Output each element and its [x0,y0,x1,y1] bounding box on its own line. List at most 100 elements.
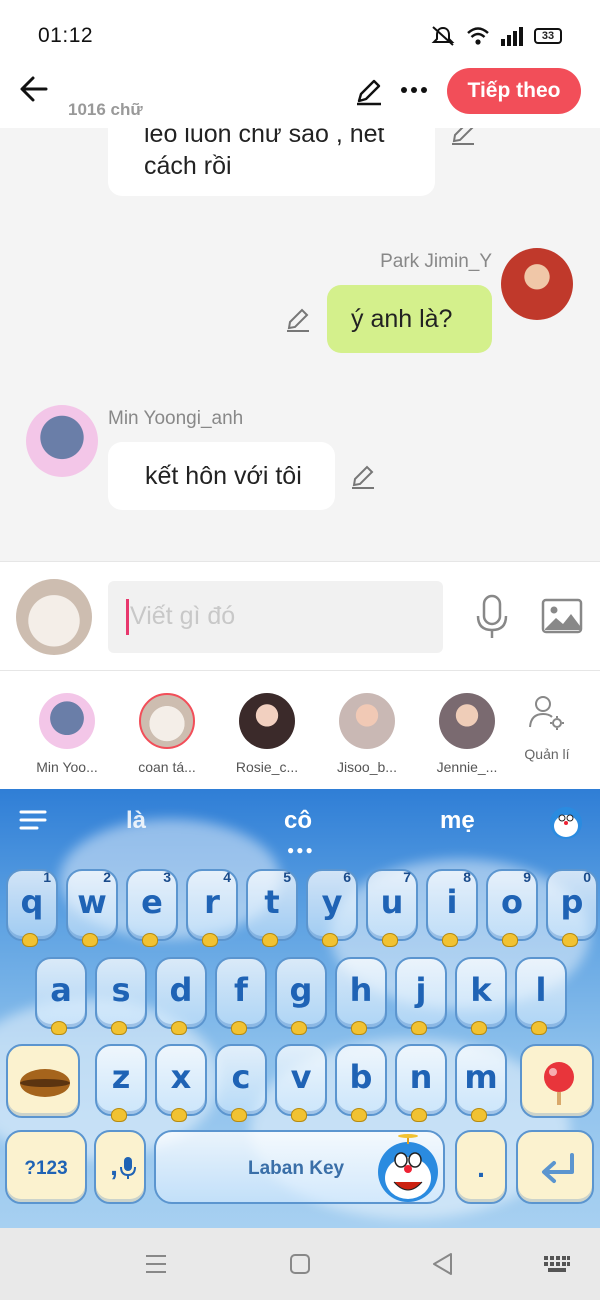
next-button[interactable]: Tiếp theo [447,68,581,114]
bell-icon [142,933,158,947]
key-s[interactable]: s [95,957,147,1035]
keyboard-hide-icon[interactable] [543,1255,571,1273]
message-input[interactable]: Viết gì đó [108,581,443,653]
laban-keyboard: là cô ●●● mẹ q1w2e3r4t5y6u7i8o9p0asdfghj… [0,789,600,1228]
bell-icon [531,1021,547,1035]
key-number-hint: 0 [583,869,591,885]
key-z[interactable]: z [95,1044,147,1122]
key-label: g [289,971,313,1009]
key-label: t [264,883,280,921]
period-key[interactable]: . [455,1130,507,1204]
key-p[interactable]: p0 [546,869,598,947]
home-square-icon[interactable] [289,1253,311,1275]
enter-arrow-icon [542,1153,574,1183]
key-j[interactable]: j [395,957,447,1035]
more-options-icon[interactable] [400,80,428,100]
character-item[interactable]: Jisoo_b... [322,693,412,775]
key-number-hint: 7 [403,869,411,885]
microphone-icon[interactable] [474,594,510,640]
character-label: coan tá... [138,759,196,775]
key-l[interactable]: l [515,957,567,1035]
suggestion-item[interactable]: là [126,807,146,835]
message-bubble[interactable]: kết hôn với tôi [108,442,335,510]
bell-icon [171,1108,187,1122]
key-f[interactable]: f [215,957,267,1035]
key-b[interactable]: b [335,1044,387,1122]
bell-icon [231,1108,247,1122]
key-h[interactable]: h [335,957,387,1035]
key-a[interactable]: a [35,957,87,1035]
avatar-current-character[interactable] [16,579,92,655]
image-icon[interactable] [541,598,583,634]
comma-key[interactable]: , [94,1130,146,1204]
key-y[interactable]: y6 [306,869,358,947]
back-triangle-icon[interactable] [431,1252,453,1276]
key-label: o [501,883,523,921]
character-item[interactable]: Jennie_... [422,693,512,775]
key-label: s [111,971,131,1009]
character-item[interactable]: Rosie_c... [222,693,312,775]
symbols-key[interactable]: ?123 [5,1130,87,1204]
key-o[interactable]: o9 [486,869,538,947]
key-v[interactable]: v [275,1044,327,1122]
more-suggestions-icon[interactable]: ●●● [287,843,315,857]
chat-area[interactable]: leo luôn chữ sao , hết cách rồi Park Jim… [0,128,600,561]
message-bubble[interactable]: ý anh là? [327,285,492,353]
bell-icon [202,933,218,947]
key-label: z [111,1058,131,1096]
suggestion-item[interactable]: mẹ [440,807,475,835]
edit-pencil-icon[interactable] [354,76,384,106]
emoji-key[interactable] [6,1044,80,1118]
character-label: Jisoo_b... [337,759,397,775]
edit-message-icon[interactable] [284,305,312,333]
key-t[interactable]: t5 [246,869,298,947]
back-arrow-icon[interactable] [18,72,52,106]
input-placeholder: Viết gì đó [130,602,236,630]
system-nav-bar [0,1228,600,1300]
key-label: f [234,971,248,1009]
message-bubble[interactable]: leo luôn chữ sao , hết cách rồi [108,128,435,196]
character-avatar [439,693,495,749]
key-g[interactable]: g [275,957,327,1035]
key-k[interactable]: k [455,957,507,1035]
key-d[interactable]: d [155,957,207,1035]
backspace-key[interactable] [520,1044,594,1118]
key-number-hint: 8 [463,869,471,885]
key-u[interactable]: u7 [366,869,418,947]
keyboard-menu-icon[interactable] [19,809,47,831]
avatar-min-yoongi[interactable] [26,405,98,477]
doraemon-icon [378,1134,438,1202]
space-key[interactable]: Laban Key [154,1130,445,1204]
character-item[interactable]: Min Yoo... [22,693,112,775]
avatar-park-jimin[interactable] [501,248,573,320]
manage-user-gear-icon [529,696,564,730]
key-x[interactable]: x [155,1044,207,1122]
key-m[interactable]: m [455,1044,507,1122]
edit-message-icon[interactable] [349,462,377,490]
key-label: x [170,1058,192,1096]
key-r[interactable]: r4 [186,869,238,947]
enter-key[interactable] [516,1130,594,1204]
recents-menu-icon[interactable] [145,1254,167,1274]
character-item[interactable]: coan tá... [122,693,212,775]
key-label: l [535,971,547,1009]
bell-icon [382,933,398,947]
theme-doraemon-icon[interactable] [548,805,584,841]
key-c[interactable]: c [215,1044,267,1122]
manage-characters-button[interactable]: Quản lí [516,693,578,762]
key-w[interactable]: w2 [66,869,118,947]
edit-message-icon[interactable] [449,128,477,146]
editor-header: 1016 chữ Tiếp theo [0,62,600,128]
bell-icon [111,1108,127,1122]
suggestion-item[interactable]: cô [284,807,312,835]
status-bar: 01:12 33 [0,0,600,70]
key-n[interactable]: n [395,1044,447,1122]
key-q[interactable]: q1 [6,869,58,947]
sender-name: Park Jimin_Y [380,251,492,272]
character-label: Min Yoo... [36,759,98,775]
key-number-hint: 9 [523,869,531,885]
key-label: r [204,883,220,921]
key-e[interactable]: e3 [126,869,178,947]
key-label: i [446,883,458,921]
key-i[interactable]: i8 [426,869,478,947]
